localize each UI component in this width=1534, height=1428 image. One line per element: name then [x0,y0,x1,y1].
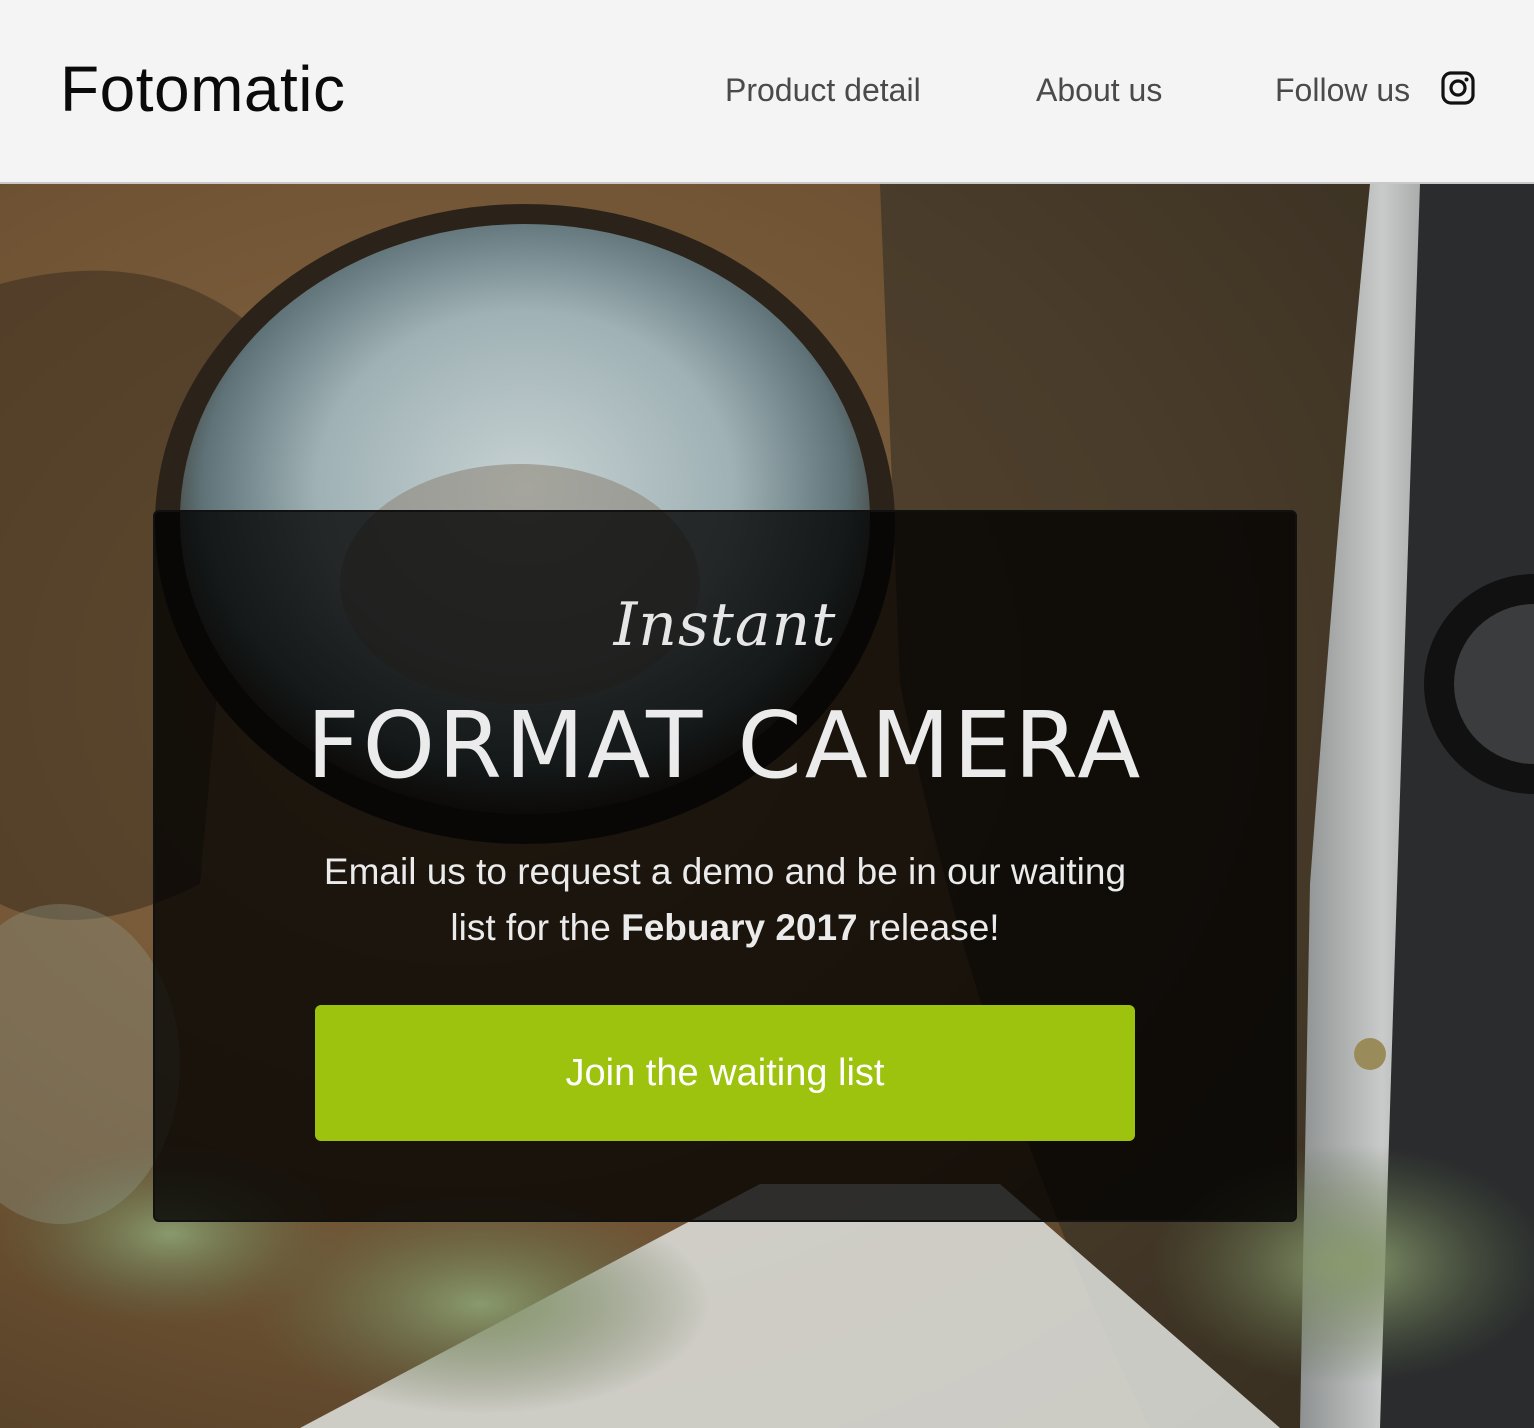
join-waiting-list-button[interactable]: Join the waiting list [315,1005,1135,1141]
nav-about-us[interactable]: About us [1036,72,1162,109]
hero-headline: FORMAT CAMERA [306,692,1144,799]
nav-product-detail[interactable]: Product detail [725,72,921,109]
nav-follow-us[interactable]: Follow us [1275,72,1410,109]
instagram-icon[interactable] [1440,70,1476,106]
page: Fotomatic Product detail About us Follow… [0,0,1534,1428]
hero-script-title: Instant [613,590,837,660]
hero-description: Email us to request a demo and be in our… [305,844,1145,956]
site-logo[interactable]: Fotomatic [60,52,345,126]
hero-section: Instant FORMAT CAMERA Email us to reques… [0,184,1534,1428]
hero-description-post: release! [857,907,1000,948]
hero-card: Instant FORMAT CAMERA Email us to reques… [153,510,1297,1222]
hero-description-date: Febuary 2017 [621,907,858,948]
site-header: Fotomatic Product detail About us Follow… [0,0,1534,184]
